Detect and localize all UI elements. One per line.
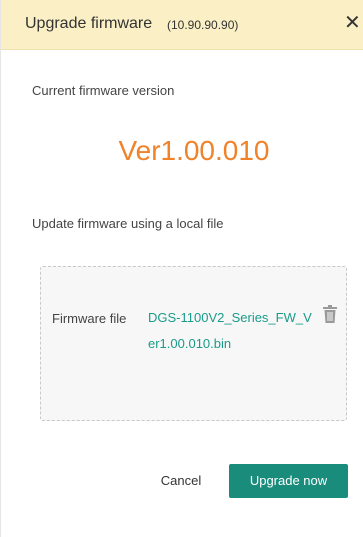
current-firmware-version: Ver1.00.010 bbox=[118, 135, 270, 166]
trash-icon[interactable] bbox=[323, 305, 337, 323]
cancel-button[interactable]: Cancel bbox=[151, 466, 211, 496]
close-icon[interactable]: ✕ bbox=[344, 11, 363, 35]
upgrade-now-button[interactable]: Upgrade now bbox=[229, 464, 348, 498]
firmware-file-name[interactable]: DGS-1100V2_Series_FW_Ver1.00.010.bin bbox=[148, 305, 318, 357]
current-firmware-label: Current firmware version bbox=[32, 83, 175, 98]
device-ip: (10.90.90.90) bbox=[167, 18, 239, 32]
dialog-header: Upgrade firmware (10.90.90.90) ✕ bbox=[1, 0, 363, 50]
firmware-file-label: Firmware file bbox=[52, 311, 127, 326]
update-firmware-label: Update firmware using a local file bbox=[32, 216, 224, 231]
dialog-title: Upgrade firmware bbox=[25, 15, 153, 32]
upgrade-firmware-dialog: Upgrade firmware (10.90.90.90) ✕ Current… bbox=[0, 0, 363, 537]
file-drop-zone[interactable]: Firmware file DGS-1100V2_Series_FW_Ver1.… bbox=[40, 266, 347, 421]
